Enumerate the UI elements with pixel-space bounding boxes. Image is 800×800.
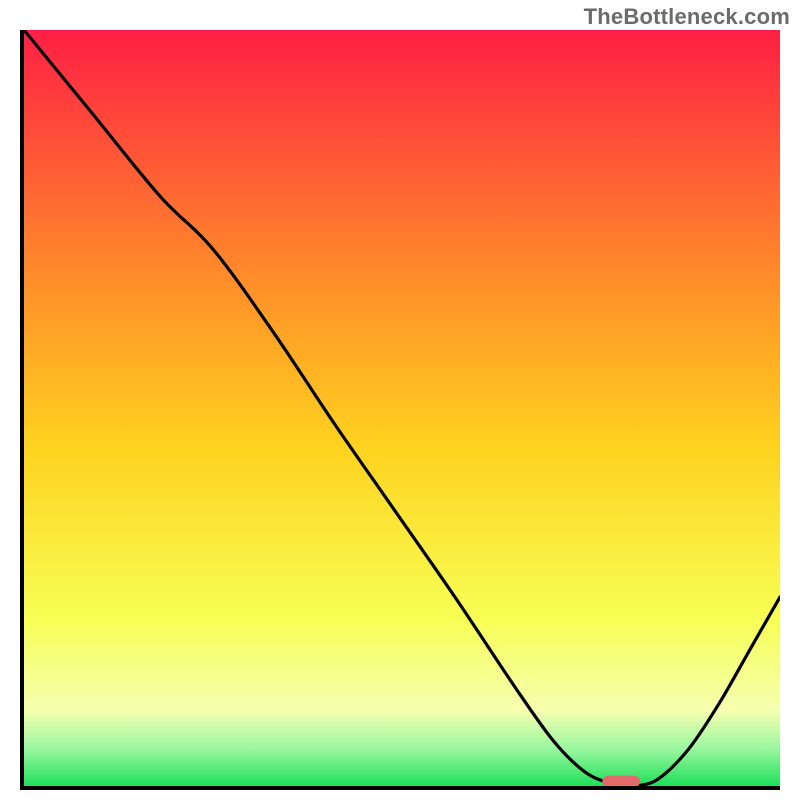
optimal-marker — [602, 776, 640, 786]
bottleneck-curve — [24, 30, 780, 786]
plot-area — [24, 30, 780, 786]
chart-canvas: TheBottleneck.com — [0, 0, 800, 800]
watermark-text: TheBottleneck.com — [584, 4, 790, 30]
curve-layer — [24, 30, 780, 786]
